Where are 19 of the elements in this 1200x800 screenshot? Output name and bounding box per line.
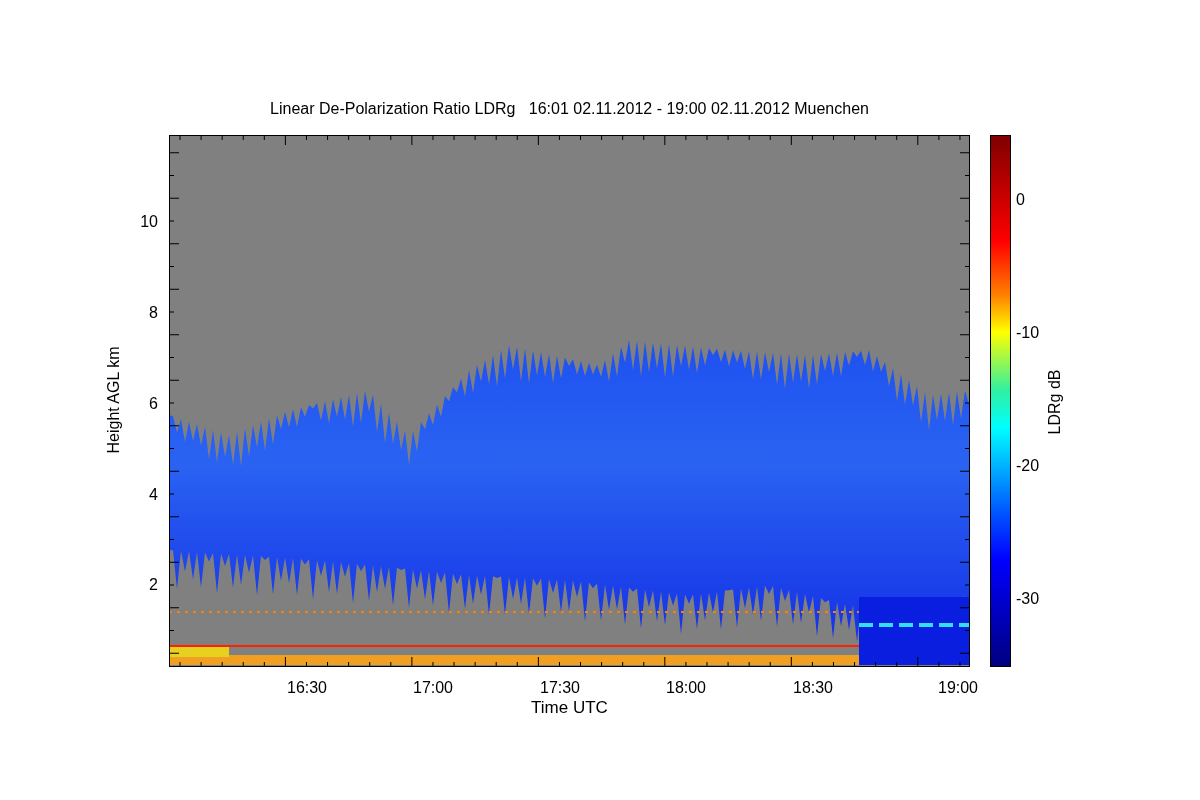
y-tick-label: 4	[149, 487, 158, 503]
y-tick-label: 2	[149, 577, 158, 593]
colorbar-label: LDRg dB	[1047, 369, 1063, 435]
x-tick-label: 19:00	[938, 680, 978, 696]
colorbar-tick-label: -30	[1016, 591, 1040, 607]
colorbar-tick-label: -20	[1016, 458, 1040, 474]
colorbar-tick-label: -10	[1016, 325, 1040, 341]
y-tick-label: 10	[140, 214, 158, 230]
x-tick-label: 17:30	[540, 680, 580, 696]
x-axis-label: Time UTC	[530, 699, 609, 716]
x-tick-label: 16:30	[287, 680, 327, 696]
y-tick-label: 6	[149, 396, 158, 412]
x-tick-label: 17:00	[413, 680, 453, 696]
y-axis-label: Height AGL km	[106, 346, 122, 454]
chart-title: Linear De-Polarization Ratio LDRg 16:01 02.11.2012 - 19:00 02.11.2012 Muenchen	[269, 99, 870, 119]
x-tick-label: 18:00	[666, 680, 706, 696]
x-tick-label: 18:30	[793, 680, 833, 696]
y-tick-label: 8	[149, 305, 158, 321]
colorbar-tick-label: 0	[1016, 192, 1025, 208]
